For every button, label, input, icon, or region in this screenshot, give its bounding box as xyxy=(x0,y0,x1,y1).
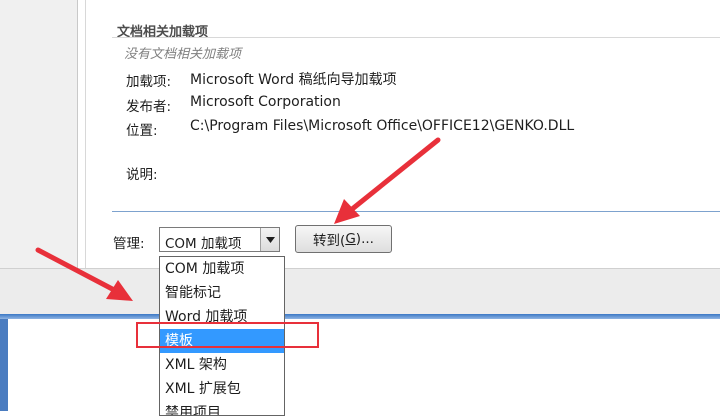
manage-separator xyxy=(112,211,720,212)
publisher-value: Microsoft Corporation xyxy=(190,94,341,110)
doc-addins-empty-text: 没有文档相关加载项 xyxy=(124,47,242,62)
background-window xyxy=(0,319,720,411)
dropdown-option-xml-expansion[interactable]: XML 扩展包 xyxy=(160,377,284,401)
go-button-accel: G xyxy=(345,231,356,247)
go-button-suffix: )... xyxy=(355,231,374,247)
description-label: 说明: xyxy=(126,167,158,183)
go-button[interactable]: 转到(G)... xyxy=(295,225,392,253)
manage-select[interactable]: COM 加载项 xyxy=(159,227,280,252)
dropdown-option-com[interactable]: COM 加载项 xyxy=(160,257,284,281)
chevron-down-icon[interactable] xyxy=(260,228,279,251)
manage-label: 管理: xyxy=(113,236,145,252)
dropdown-option-xml-schema[interactable]: XML 架构 xyxy=(160,353,284,377)
background-window-edge xyxy=(0,319,8,411)
go-button-prefix: 转到( xyxy=(313,233,346,249)
annotation-highlight-box xyxy=(136,322,319,348)
manage-select-value: COM 加载项 xyxy=(165,236,242,252)
addin-label: 加载项: xyxy=(126,74,172,90)
publisher-label: 发布者: xyxy=(126,99,172,115)
heading-divider xyxy=(112,37,720,38)
dropdown-option-smart-tags[interactable]: 智能标记 xyxy=(160,281,284,305)
dropdown-option-disabled-items[interactable]: 禁用项目 xyxy=(160,401,284,415)
dialog-footer-strip xyxy=(0,268,720,315)
addin-value: Microsoft Word 稿纸向导加载项 xyxy=(190,72,397,88)
content-divider xyxy=(85,0,86,268)
location-value: C:\Program Files\Microsoft Office\OFFICE… xyxy=(190,118,575,134)
location-label: 位置: xyxy=(126,123,158,139)
